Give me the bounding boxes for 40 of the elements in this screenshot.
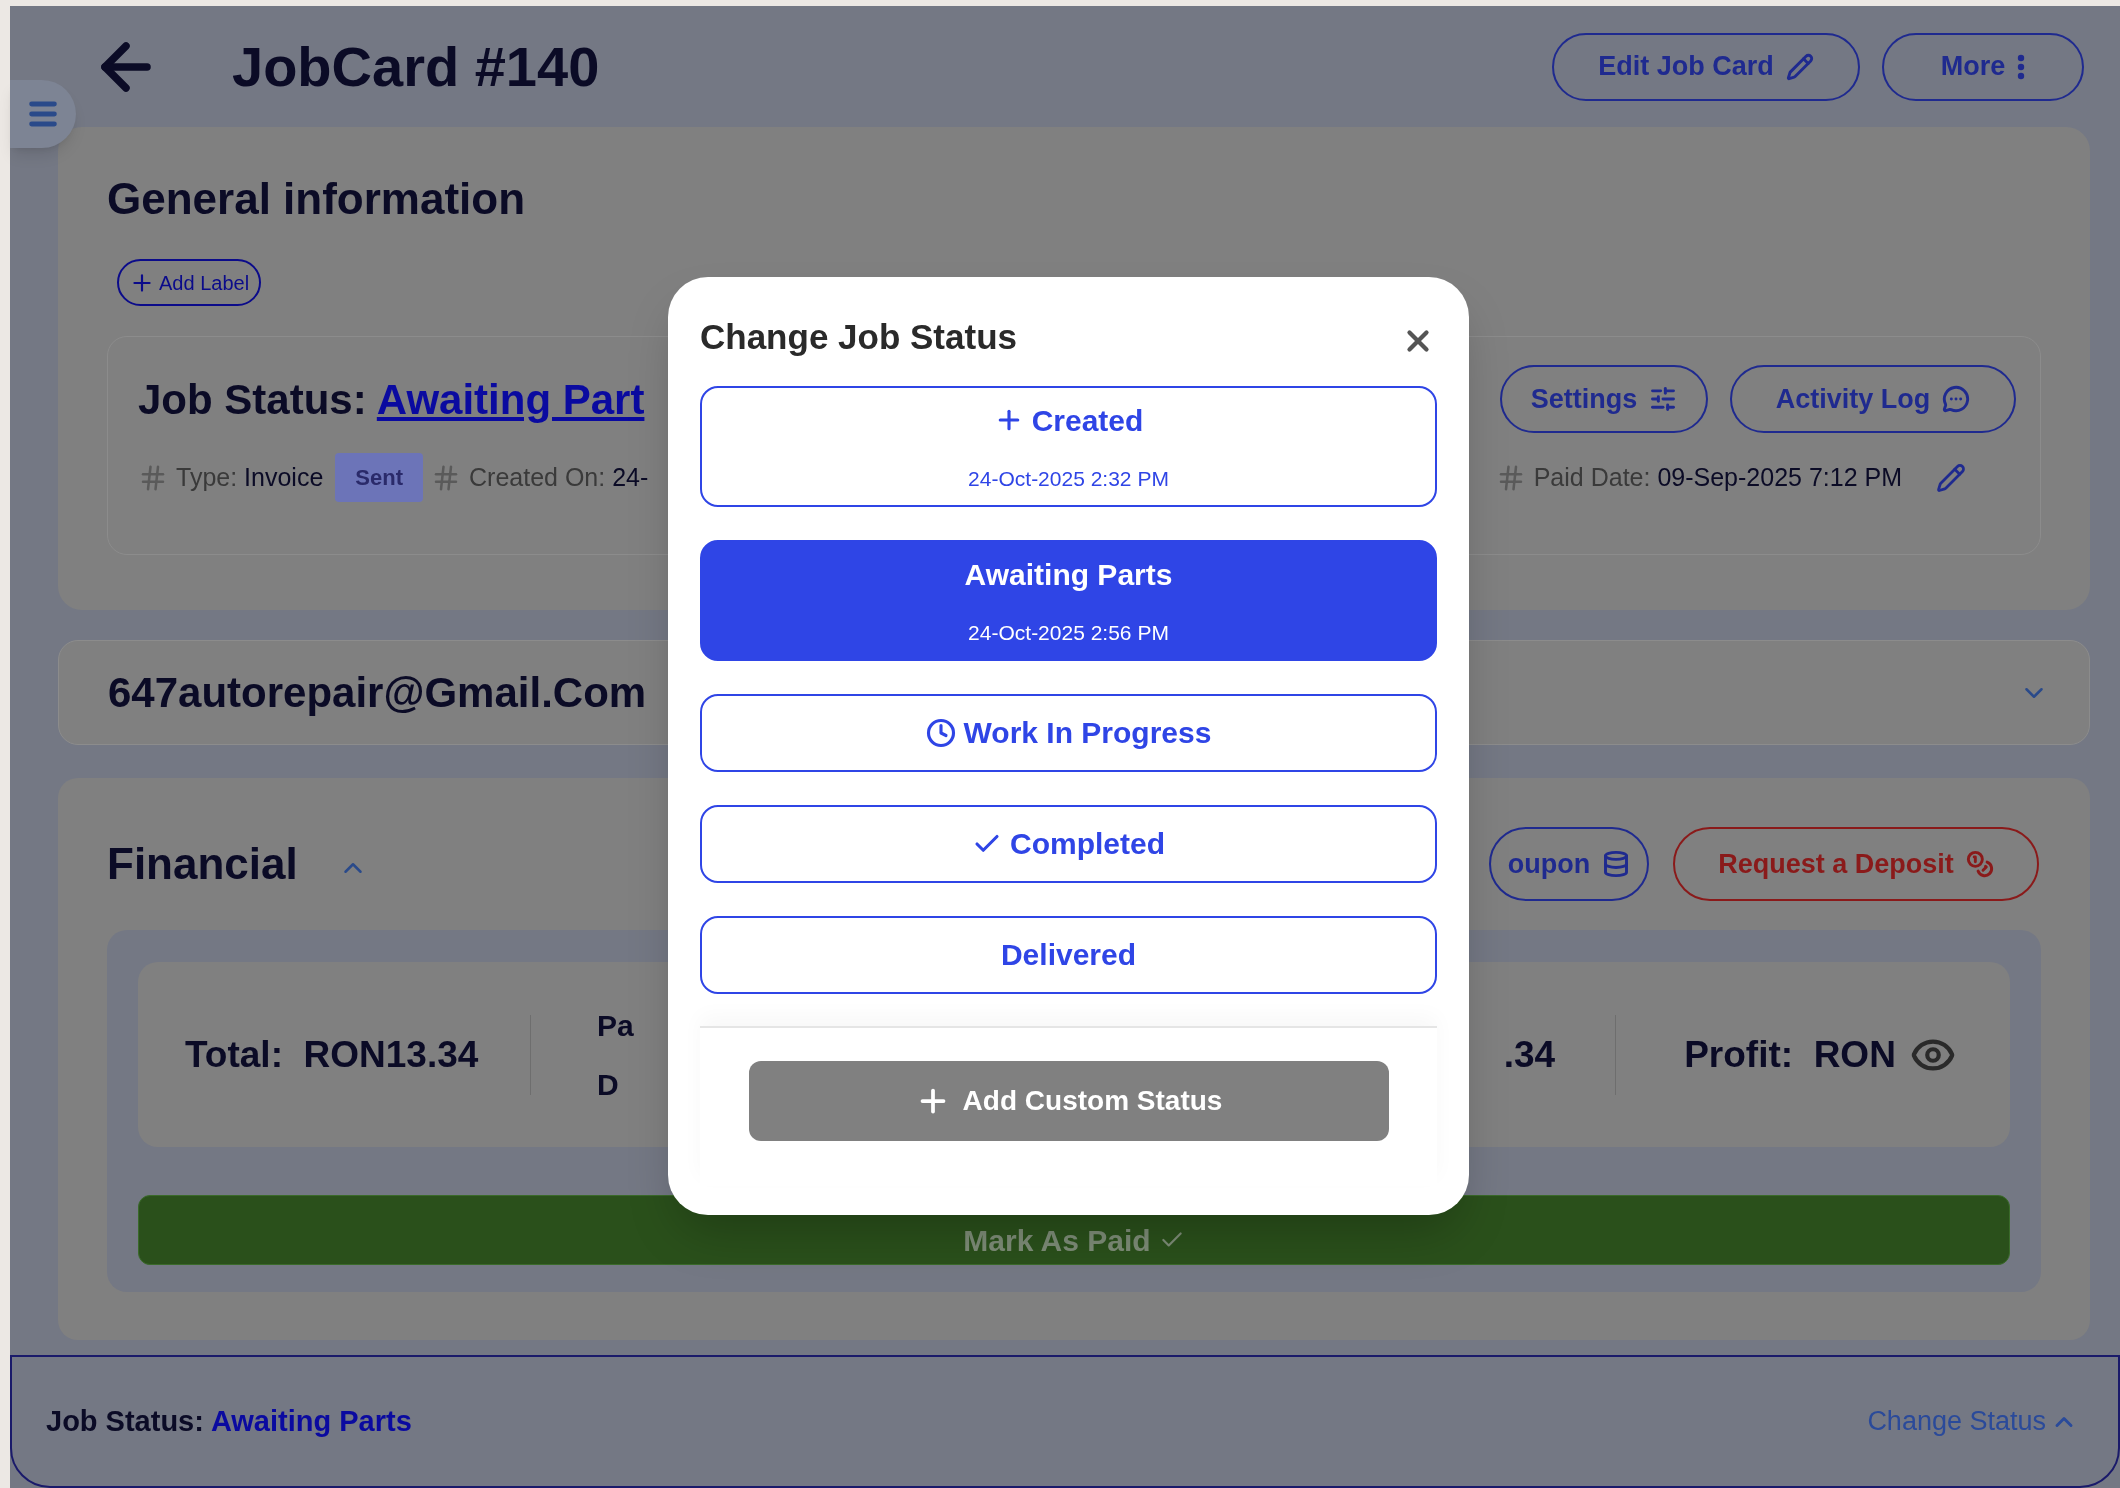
add-label-button[interactable]: Add Label: [117, 259, 262, 306]
add-custom-status-button[interactable]: Add Custom Status: [748, 1060, 1389, 1141]
summary-amount: .34: [1503, 1032, 1556, 1077]
chat-bubble-icon: [1942, 385, 1971, 413]
job-status-link[interactable]: Awaiting Part: [376, 375, 645, 423]
status-option[interactable]: Work In Progress: [700, 693, 1437, 772]
summary-label: Pa: [597, 1007, 634, 1044]
page-title: JobCard #140: [232, 33, 600, 100]
menu-button[interactable]: [10, 80, 76, 148]
change-status-button[interactable]: Change Status: [1867, 1401, 2078, 1442]
outline-button[interactable]: Edit Job Card: [1552, 32, 1860, 101]
pencil-icon: [1785, 52, 1814, 81]
meta-field: Created On: 24-: [469, 458, 649, 497]
customer-email: 647autorepair@Gmail.Com: [108, 668, 647, 718]
coins-icon: [1965, 850, 1994, 878]
status-option[interactable]: Created 24-Oct-2025 2:32 PM: [700, 385, 1437, 507]
profit-amount: Profit: RON: [1684, 1032, 1896, 1077]
summary-label: D: [597, 1066, 620, 1103]
request-deposit-button[interactable]: Request a Deposit: [1673, 827, 2039, 901]
section-title: General information: [107, 177, 527, 221]
status-tag: Sent: [335, 453, 423, 502]
clock-icon: [925, 717, 956, 748]
sliders-icon: [1649, 385, 1678, 413]
pencil-icon[interactable]: [1936, 462, 1966, 493]
outline-button[interactable]: oupon: [1489, 827, 1649, 901]
outline-button[interactable]: Settings: [1500, 365, 1708, 433]
meta-field: Type: Invoice: [176, 458, 324, 497]
section-title: Financial: [107, 838, 298, 890]
dots-icon: [2017, 53, 2026, 80]
status-option[interactable]: Delivered: [700, 915, 1437, 994]
outline-button[interactable]: Activity Log: [1730, 365, 2016, 433]
status-option[interactable]: Awaiting Parts 24-Oct-2025 2:56 PM: [700, 539, 1437, 661]
status-option[interactable]: Completed: [700, 804, 1437, 883]
total-amount: Total: RON13.34: [185, 1032, 480, 1077]
paid-date-field: Paid Date: 09-Sep-2025 7:12 PM: [1533, 458, 1902, 497]
dialog-title: Change Job Status: [700, 316, 1017, 358]
footer-status: Job Status: Awaiting Parts: [46, 1403, 412, 1439]
outline-button[interactable]: More: [1882, 32, 2084, 101]
database-icon: [1602, 850, 1631, 878]
job-status-heading: Job Status: Awaiting Part: [138, 374, 645, 425]
